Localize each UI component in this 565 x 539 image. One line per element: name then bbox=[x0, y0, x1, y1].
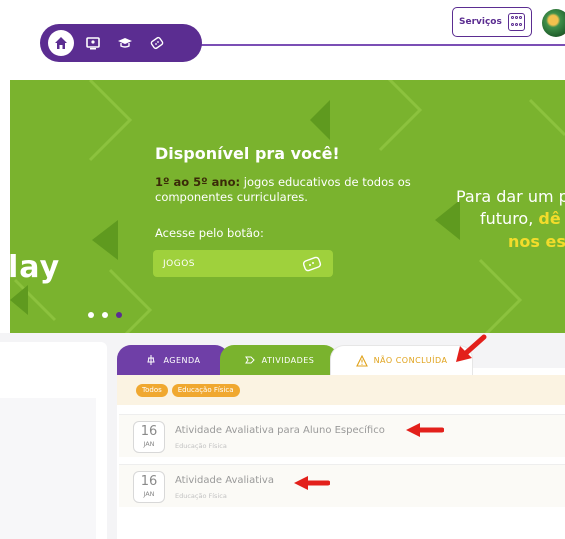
activity-row[interactable]: 16 JAN Atividade Avaliativa Educação Fís… bbox=[119, 464, 565, 507]
banner-title: Disponível pra você! bbox=[155, 144, 340, 163]
services-button[interactable]: Serviços bbox=[452, 7, 532, 37]
banner-right-line-1: Para dar um p bbox=[456, 187, 565, 206]
annotation-arrow-row1 bbox=[406, 423, 444, 437]
graduation-cap-icon bbox=[118, 38, 132, 48]
activity-title: Atividade Avaliativa bbox=[175, 475, 274, 486]
home-icon bbox=[55, 37, 67, 49]
banner-right-line-2: futuro, dê bbox=[480, 209, 561, 228]
tab-agenda[interactable]: AGENDA bbox=[117, 345, 229, 375]
activity-row[interactable]: 16 JAN Atividade Avaliativa para Aluno E… bbox=[119, 414, 565, 457]
activity-subject: Educação Física bbox=[175, 442, 227, 450]
avatar[interactable] bbox=[542, 9, 565, 37]
banner-right-line-3: nos es bbox=[508, 232, 565, 251]
annotation-arrow-tab bbox=[456, 334, 487, 362]
top-bar: Serviços bbox=[0, 0, 565, 78]
date-badge: 16 JAN bbox=[133, 471, 165, 503]
ticket-icon bbox=[150, 36, 164, 50]
services-label: Serviços bbox=[459, 17, 502, 27]
game-ticket-icon bbox=[302, 256, 322, 271]
carousel-dot[interactable] bbox=[88, 312, 94, 318]
tab-atividades[interactable]: ATIVIDADES bbox=[220, 345, 338, 375]
main-nav bbox=[40, 24, 202, 62]
carousel-dot[interactable] bbox=[102, 312, 108, 318]
carousel-dot-active[interactable] bbox=[116, 312, 122, 318]
left-panel-content bbox=[0, 398, 96, 539]
banner-left-fragment: lay bbox=[10, 250, 61, 285]
filter-chip-subject[interactable]: Educação Física bbox=[171, 383, 240, 397]
banner-decoration bbox=[10, 80, 565, 333]
banner-desc-grade: 1º ao 5º ano: bbox=[155, 175, 241, 189]
activity-subject: Educação Física bbox=[175, 492, 227, 500]
activity-title: Atividade Avaliativa para Aluno Específi… bbox=[175, 425, 385, 436]
banner-description: 1º ao 5º ano: jogos educativos de todos … bbox=[155, 175, 415, 205]
nav-education-button[interactable] bbox=[112, 30, 138, 56]
games-button-label: JOGOS bbox=[163, 258, 196, 269]
games-button[interactable]: JOGOS bbox=[153, 250, 333, 277]
carousel-dots bbox=[88, 312, 122, 318]
pin-icon bbox=[147, 355, 156, 365]
promo-banner[interactable]: lay bbox=[10, 80, 565, 333]
apps-grid-icon bbox=[507, 13, 525, 31]
header-divider bbox=[190, 44, 565, 46]
nav-home-button[interactable] bbox=[48, 30, 74, 56]
nav-monitor-button[interactable] bbox=[80, 30, 106, 56]
date-badge: 16 JAN bbox=[133, 421, 165, 453]
filter-chip-all[interactable]: Todos bbox=[136, 383, 168, 397]
banner-access-text: Acesse pelo botão: bbox=[155, 226, 264, 240]
filter-bar: Todos Educação Física bbox=[117, 375, 565, 405]
warning-icon bbox=[355, 354, 368, 367]
monitor-icon bbox=[86, 37, 100, 50]
puzzle-icon bbox=[244, 356, 255, 364]
nav-games-button[interactable] bbox=[144, 30, 170, 56]
annotation-arrow-row2 bbox=[294, 476, 330, 490]
